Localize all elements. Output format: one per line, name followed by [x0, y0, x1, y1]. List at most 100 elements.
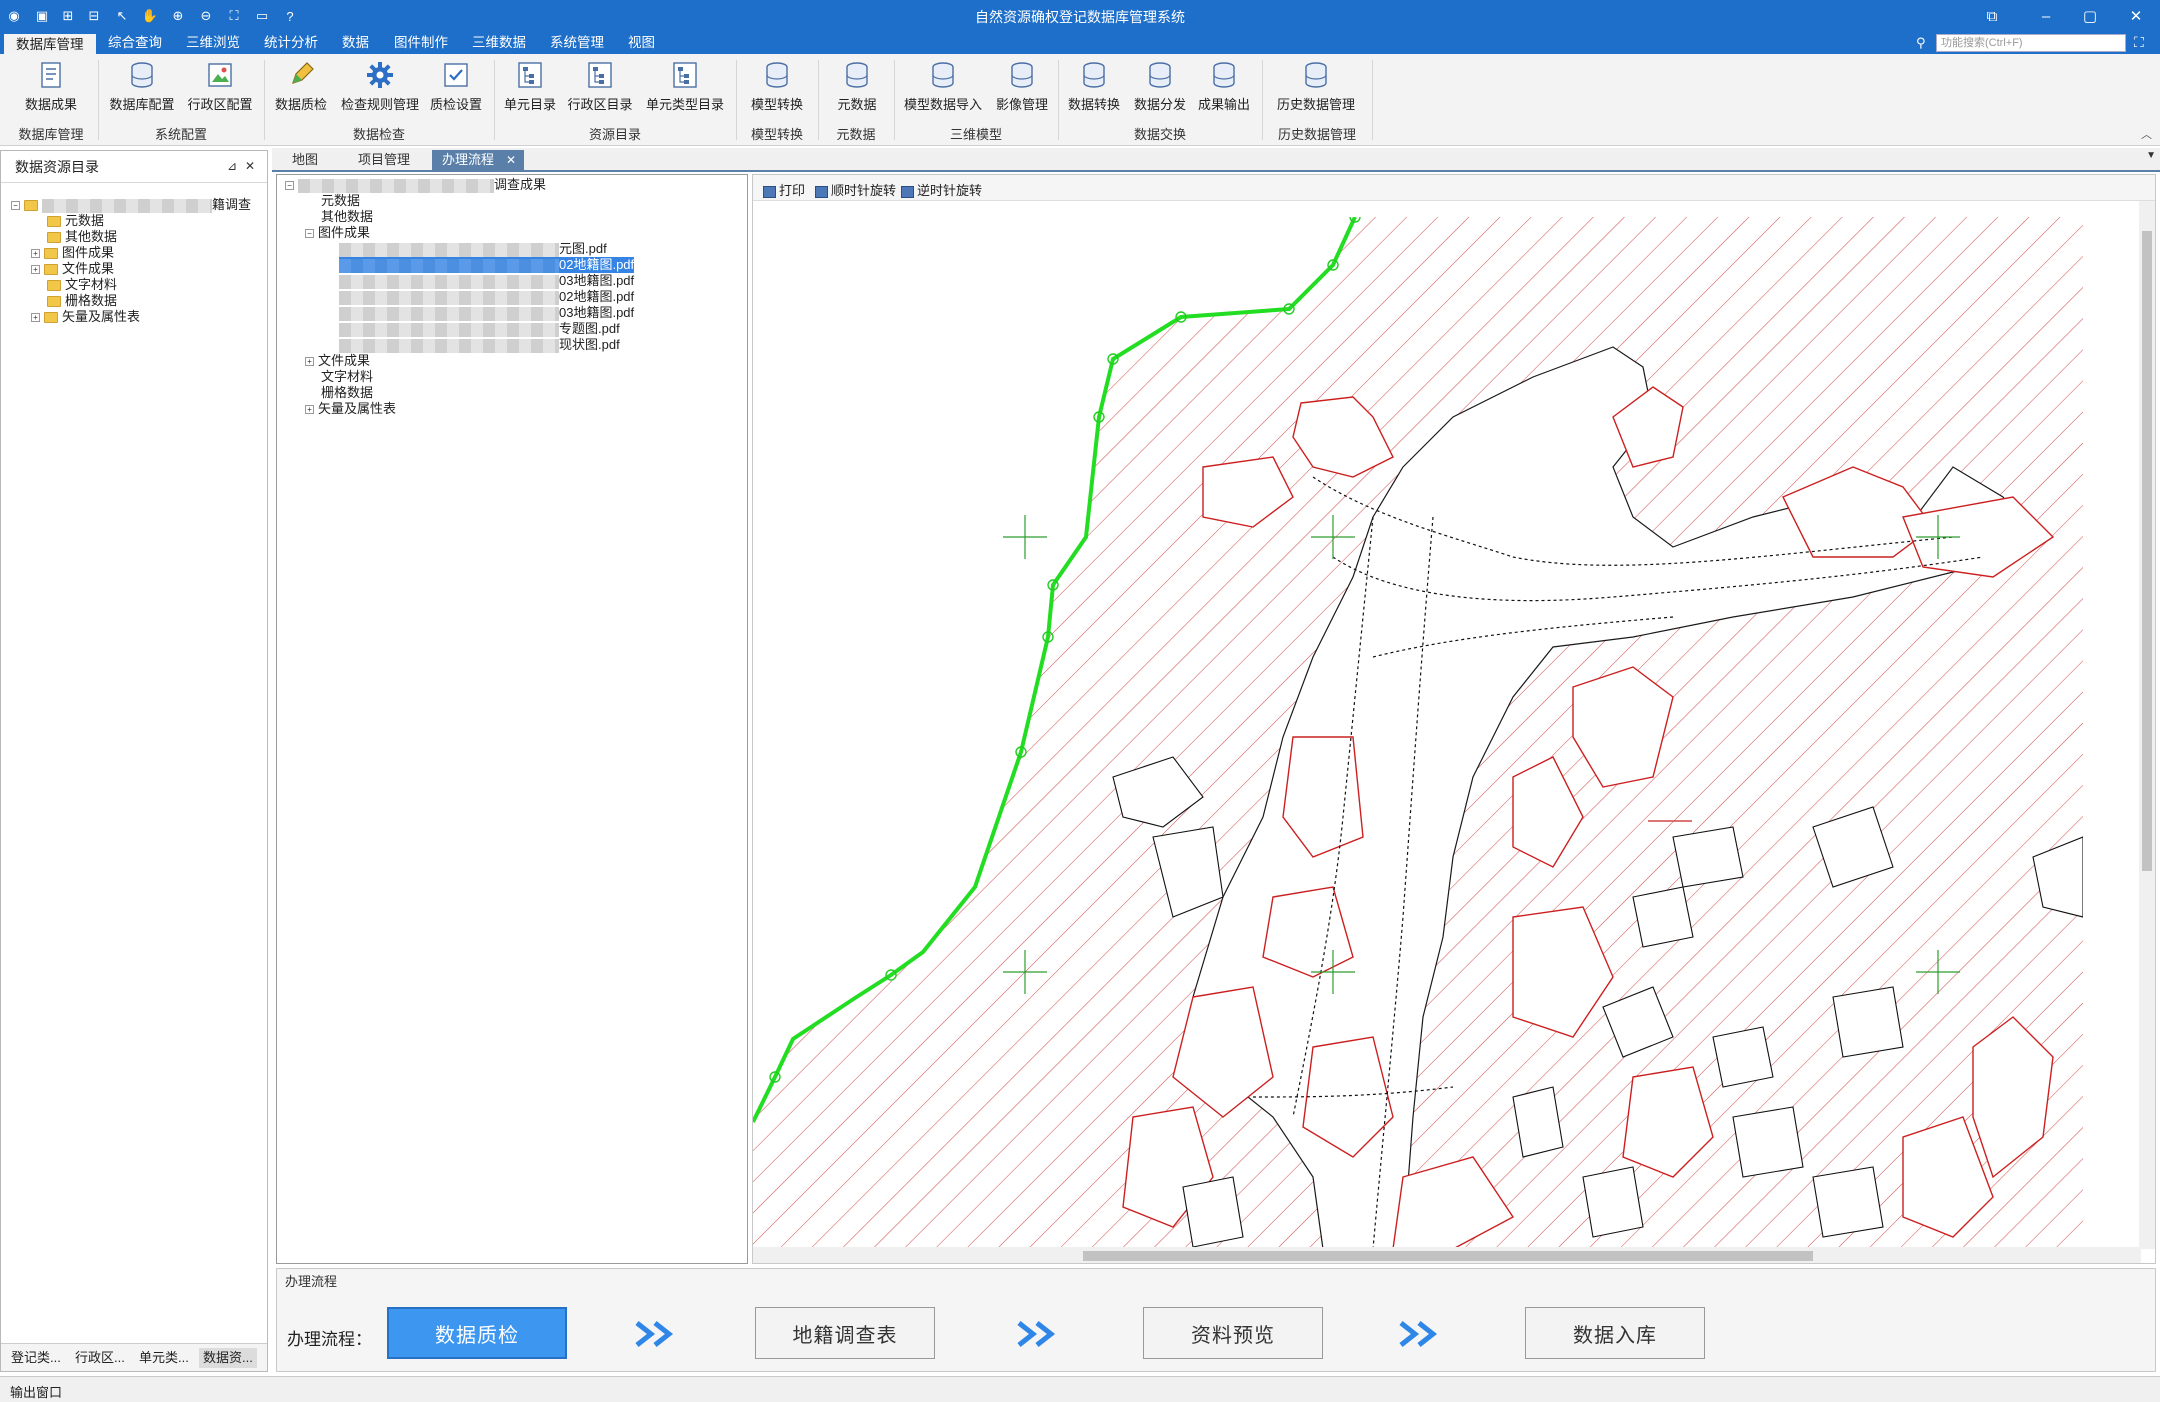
- expand-icon[interactable]: +: [31, 313, 40, 323]
- image-config-icon: [205, 60, 235, 90]
- tree-item-file-results[interactable]: + 文件成果: [31, 261, 114, 277]
- pen-icon: [286, 60, 316, 90]
- collapse-ribbon-icon[interactable]: ︿: [2141, 126, 2152, 142]
- data-convert-button[interactable]: 数据转换: [1062, 58, 1126, 118]
- tree-item-metadata[interactable]: 元数据: [47, 213, 104, 229]
- tab-map[interactable]: 地图: [282, 150, 328, 170]
- tab-unit-type[interactable]: 单元类...: [135, 1348, 193, 1368]
- output-window-tab[interactable]: 输出窗口: [10, 1382, 62, 1401]
- unit-catalog-button[interactable]: 单元目录: [498, 58, 562, 118]
- horizontal-scroll-thumb[interactable]: [1083, 1251, 1813, 1261]
- menu-tab-mapping[interactable]: 图件制作: [382, 32, 460, 54]
- data-distribute-button[interactable]: 数据分发: [1128, 58, 1192, 118]
- function-search-input[interactable]: 功能搜索(Ctrl+F): [1936, 34, 2126, 52]
- file-tree-panel: − 调查成果 元数据 其他数据 − 图件成果 元图.pdf 02地籍图.pdf 03…: [276, 174, 748, 1264]
- database-icon: [1079, 60, 1109, 90]
- file-tree-text-materials[interactable]: 文字材料: [321, 369, 373, 385]
- unit-type-catalog-button[interactable]: 单元类型目录: [640, 58, 730, 118]
- file-tree-raster-data[interactable]: 栅格数据: [321, 385, 373, 401]
- model-convert-button[interactable]: 模型转换: [742, 58, 812, 118]
- expand-icon[interactable]: ⛶: [2134, 34, 2152, 52]
- file-tree-root[interactable]: − 调查成果: [285, 177, 546, 193]
- collapse-icon[interactable]: −: [285, 181, 294, 191]
- qc-settings-button[interactable]: 质检设置: [424, 58, 488, 118]
- file-tree-other-data[interactable]: 其他数据: [321, 209, 373, 225]
- minimize-button[interactable]: –: [2026, 4, 2066, 28]
- tab-registration-type[interactable]: 登记类...: [7, 1348, 65, 1368]
- tab-list-icon[interactable]: ▼: [2146, 150, 2156, 161]
- menu-tab-query[interactable]: 综合查询: [96, 32, 174, 54]
- file-tree-vector-tables[interactable]: + 矢量及属性表: [305, 401, 396, 417]
- rotate-cw-icon: [815, 185, 828, 198]
- tab-workflow[interactable]: 办理流程 ✕: [432, 150, 525, 170]
- image-manage-button[interactable]: 影像管理: [990, 58, 1054, 118]
- menu-tab-statistics[interactable]: 统计分析: [252, 32, 330, 54]
- collapse-icon[interactable]: −: [11, 201, 20, 211]
- cadastral-map-view[interactable]: [753, 217, 2083, 1249]
- close-button[interactable]: ✕: [2116, 4, 2156, 28]
- expand-icon[interactable]: +: [31, 265, 40, 275]
- step-data-import-button[interactable]: 数据入库: [1525, 1307, 1705, 1359]
- data-results-button[interactable]: 数据成果: [14, 58, 88, 118]
- file-tree-map-results[interactable]: − 图件成果: [305, 225, 370, 241]
- vertical-scroll-thumb[interactable]: [2142, 231, 2152, 871]
- pdf-file-item[interactable]: 02地籍图.pdf: [339, 289, 634, 305]
- file-tree-file-results[interactable]: + 文件成果: [305, 353, 370, 369]
- restore-layout-icon[interactable]: ⧉: [1972, 4, 2012, 28]
- expand-icon[interactable]: +: [31, 249, 40, 259]
- folder-icon: [47, 296, 61, 308]
- tree-item-map-results[interactable]: + 图件成果: [31, 245, 114, 261]
- rotate-ccw-button[interactable]: 逆时针旋转: [901, 180, 982, 199]
- check-rule-manage-button[interactable]: 检查规则管理: [336, 58, 424, 118]
- tree-icon: [515, 60, 545, 90]
- panel-close-icon[interactable]: ✕: [245, 159, 255, 173]
- database-icon: [928, 60, 958, 90]
- tree-root[interactable]: − 籍调查: [11, 197, 251, 213]
- region-catalog-button[interactable]: 行政区目录: [564, 58, 636, 118]
- tree-item-other-data[interactable]: 其他数据: [47, 229, 117, 245]
- tree-item-text-materials[interactable]: 文字材料: [47, 277, 117, 293]
- left-panel-tabs: 登记类... 行政区... 单元类... 数据资...: [1, 1343, 267, 1371]
- pin-icon[interactable]: ⊿: [227, 159, 237, 173]
- data-qc-button[interactable]: 数据质检: [268, 58, 334, 118]
- horizontal-scrollbar[interactable]: [753, 1247, 2141, 1263]
- pdf-file-item[interactable]: 专题图.pdf: [339, 321, 620, 337]
- database-icon: [762, 60, 792, 90]
- menu-tab-view[interactable]: 视图: [616, 32, 667, 54]
- vertical-scrollbar[interactable]: [2139, 201, 2155, 1249]
- collapse-icon[interactable]: −: [305, 229, 314, 239]
- database-config-button[interactable]: 数据库配置: [104, 58, 180, 118]
- tree-item-vector-tables[interactable]: + 矢量及属性表: [31, 309, 140, 325]
- file-tree-metadata[interactable]: 元数据: [321, 193, 360, 209]
- tab-region[interactable]: 行政区...: [71, 1348, 129, 1368]
- region-config-button[interactable]: 行政区配置: [182, 58, 258, 118]
- expand-icon[interactable]: +: [305, 405, 314, 415]
- step-data-preview-button[interactable]: 资料预览: [1143, 1307, 1323, 1359]
- maximize-button[interactable]: ▢: [2070, 4, 2110, 28]
- tab-data-resource[interactable]: 数据资...: [199, 1348, 257, 1368]
- menu-tab-data[interactable]: 数据: [330, 32, 381, 54]
- tab-project-manage[interactable]: 项目管理: [348, 150, 420, 170]
- tree-item-raster-data[interactable]: 栅格数据: [47, 293, 117, 309]
- menu-tab-system[interactable]: 系统管理: [538, 32, 616, 54]
- result-export-button[interactable]: 成果输出: [1192, 58, 1256, 118]
- metadata-button[interactable]: 元数据: [824, 58, 890, 118]
- expand-icon[interactable]: +: [305, 357, 314, 367]
- menu-tab-3d-browse[interactable]: 三维浏览: [174, 32, 252, 54]
- close-tab-icon[interactable]: ✕: [506, 150, 516, 170]
- rotate-cw-button[interactable]: 顺时针旋转: [815, 180, 896, 199]
- step-data-qc-button[interactable]: 数据质检: [387, 1307, 567, 1359]
- pdf-file-item[interactable]: 元图.pdf: [339, 241, 607, 257]
- pdf-file-item[interactable]: 现状图.pdf: [339, 337, 620, 353]
- pdf-file-item-selected[interactable]: 02地籍图.pdf: [339, 257, 635, 273]
- rotate-ccw-icon: [901, 185, 914, 198]
- pdf-file-item[interactable]: 03地籍图.pdf: [339, 305, 634, 321]
- menu-tab-3d-data[interactable]: 三维数据: [460, 32, 538, 54]
- menu-tab-database[interactable]: 数据库管理: [4, 32, 96, 54]
- model-data-import-button[interactable]: 模型数据导入: [898, 58, 988, 118]
- print-button[interactable]: 打印: [763, 180, 805, 199]
- pdf-file-item[interactable]: 03地籍图.pdf: [339, 273, 634, 289]
- step-cadastral-survey-button[interactable]: 地籍调查表: [755, 1307, 935, 1359]
- history-data-manage-button[interactable]: 历史数据管理: [1266, 58, 1366, 118]
- database-icon: [842, 60, 872, 90]
